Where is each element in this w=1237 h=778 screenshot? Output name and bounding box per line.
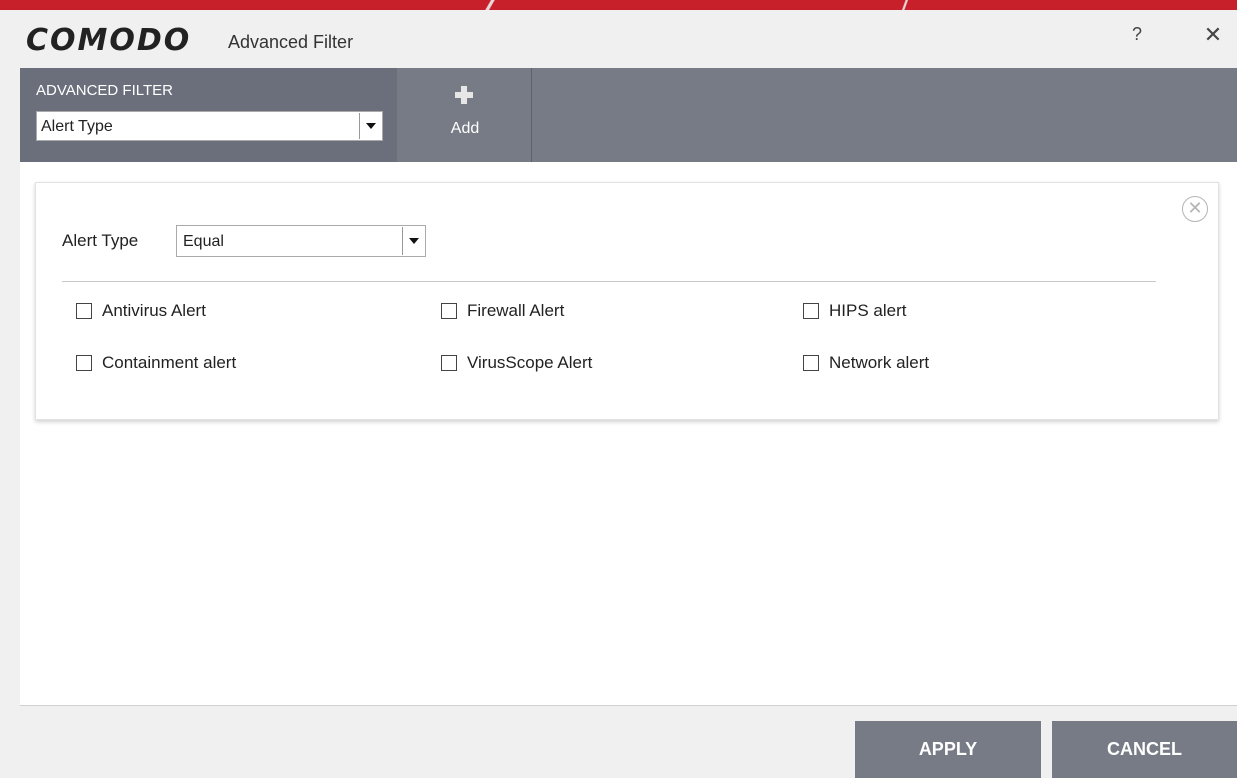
top-accent-strip	[0, 0, 1237, 10]
dialog-footer: APPLY CANCEL	[0, 706, 1237, 778]
checkbox-containment-alert[interactable]: Containment alert	[76, 351, 236, 375]
title-bar: COMODO Advanced Filter ? ✕	[0, 10, 1237, 68]
condition-operator-dropdown[interactable]: Equal	[176, 225, 426, 257]
checkbox-label: Containment alert	[102, 353, 237, 372]
checkbox-label: Network alert	[829, 353, 930, 372]
filter-heading: ADVANCED FILTER	[36, 82, 173, 99]
checkbox-box[interactable]	[441, 303, 457, 319]
filter-content-area: ✕ Alert Type Equal Antivirus Alert Firew…	[20, 162, 1237, 706]
condition-label: Alert Type	[62, 231, 139, 250]
plus-icon	[453, 84, 475, 106]
checkbox-network-alert[interactable]: Network alert	[803, 351, 929, 375]
filter-type-value: Alert Type	[41, 118, 113, 135]
divider	[62, 281, 1156, 282]
checkbox-box[interactable]	[803, 303, 819, 319]
window-title: Advanced Filter	[228, 32, 354, 52]
checkbox-label: HIPS alert	[829, 301, 907, 320]
help-button[interactable]: ?	[1126, 24, 1148, 48]
remove-condition-icon[interactable]: ✕	[1182, 196, 1208, 222]
dropdown-arrow-icon	[402, 227, 424, 255]
checkbox-box[interactable]	[76, 303, 92, 319]
checkbox-box[interactable]	[441, 355, 457, 371]
checkbox-label: Firewall Alert	[467, 301, 565, 320]
filter-toolbar: ADVANCED FILTER Alert Type Add	[20, 68, 1237, 162]
comodo-logo: COMODO	[26, 23, 192, 58]
add-label: Add	[450, 120, 480, 137]
filter-type-dropdown[interactable]: Alert Type	[36, 111, 383, 141]
checkbox-label: Antivirus Alert	[102, 301, 206, 320]
condition-operator-value: Equal	[183, 233, 224, 250]
strip-notch	[890, 0, 920, 10]
checkbox-label: VirusScope Alert	[467, 353, 593, 372]
checkbox-box[interactable]	[76, 355, 92, 371]
cancel-button[interactable]: CANCEL	[1052, 721, 1237, 778]
close-button[interactable]: ✕	[1200, 22, 1226, 48]
apply-button[interactable]: APPLY	[855, 721, 1041, 778]
checkbox-antivirus-alert[interactable]: Antivirus Alert	[76, 299, 206, 323]
checkbox-box[interactable]	[803, 355, 819, 371]
dropdown-arrow-icon	[359, 113, 381, 139]
filter-condition-card: ✕ Alert Type Equal Antivirus Alert Firew…	[35, 182, 1219, 420]
add-filter-button[interactable]: Add	[398, 68, 532, 162]
checkbox-hips-alert[interactable]: HIPS alert	[803, 299, 906, 323]
filter-type-section: ADVANCED FILTER Alert Type	[20, 68, 397, 162]
strip-notch	[470, 0, 510, 10]
checkbox-firewall-alert[interactable]: Firewall Alert	[441, 299, 564, 323]
checkbox-virusscope-alert[interactable]: VirusScope Alert	[441, 351, 592, 375]
